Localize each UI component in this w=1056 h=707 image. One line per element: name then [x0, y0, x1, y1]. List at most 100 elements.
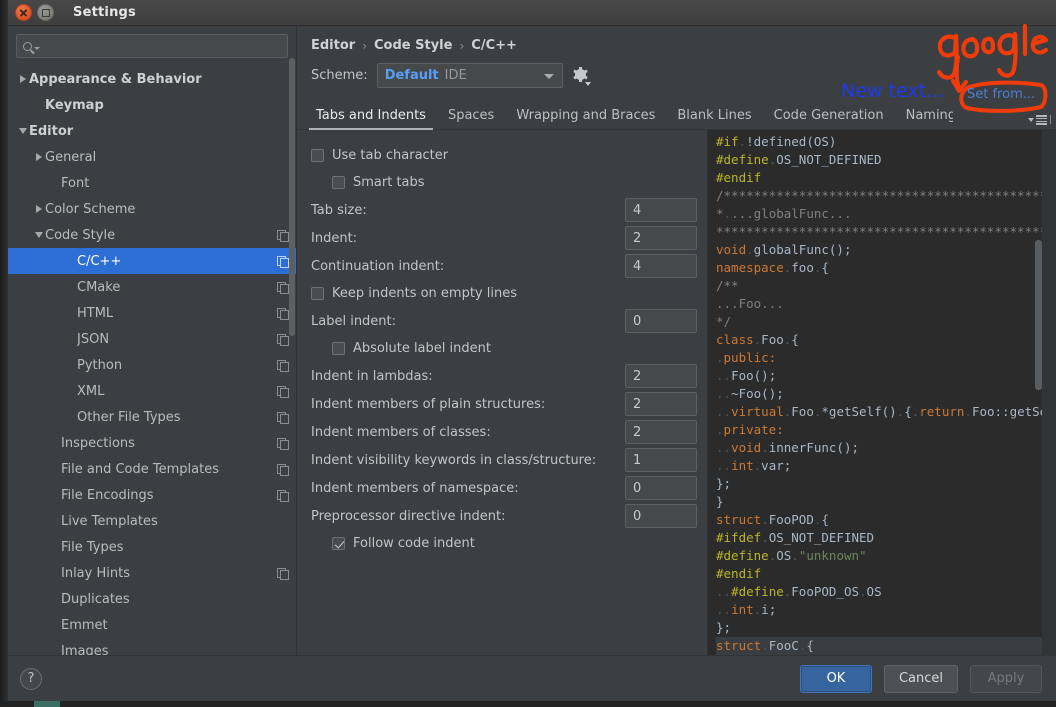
copy-settings-icon[interactable]	[277, 229, 289, 242]
copy-settings-icon[interactable]	[277, 437, 289, 450]
sidebar-item-label: CMake	[77, 279, 121, 295]
code-preview-scrollbar[interactable]	[1035, 130, 1042, 655]
sidebar-item-c-c[interactable]: C/C++	[8, 248, 296, 274]
help-button[interactable]: ?	[20, 667, 42, 690]
code-line: ..virtual.Foo.*getSelf().{.return.Foo::g…	[716, 404, 1056, 419]
input-indent-in-lambdas[interactable]: 2	[625, 364, 697, 388]
sidebar-item-font[interactable]: Font	[8, 170, 296, 196]
tab-code-generation[interactable]: Code Generation	[763, 108, 895, 129]
sidebar-scrollbar[interactable]	[289, 28, 295, 540]
sidebar-item-color-scheme[interactable]: Color Scheme	[8, 196, 296, 222]
checkbox-label[interactable]: Use tab character	[332, 148, 448, 163]
input-label-indent[interactable]: 0	[625, 309, 697, 333]
sidebar-item-duplicates[interactable]: Duplicates	[8, 586, 296, 612]
code-token: public:	[723, 350, 777, 365]
copy-settings-icon[interactable]	[277, 255, 289, 268]
sidebar-item-images[interactable]: Images	[8, 638, 296, 656]
sidebar-item-python[interactable]: Python	[8, 352, 296, 378]
chevron-right-icon[interactable]	[16, 75, 29, 83]
chevron-down-icon[interactable]	[16, 128, 29, 134]
search-filter-chevron-icon[interactable]	[34, 46, 40, 50]
input-indent-members-of-plain-structures[interactable]: 2	[625, 392, 697, 416]
input-indent-visibility-keywords-in-class-structure[interactable]: 1	[625, 448, 697, 472]
code-token: OS	[866, 584, 882, 599]
sidebar-item-other-file-types[interactable]: Other File Types	[8, 404, 296, 430]
code-token: i;	[761, 602, 777, 617]
tab-overflow-icon[interactable]: |	[1027, 115, 1052, 125]
gear-icon[interactable]	[572, 66, 591, 86]
tab-blank-lines[interactable]: Blank Lines	[666, 108, 762, 129]
sidebar-item-file-and-code-templates[interactable]: File and Code Templates	[8, 456, 296, 482]
input-continuation-indent[interactable]: 4	[625, 254, 697, 278]
sidebar-item-file-encodings[interactable]: File Encodings	[8, 482, 296, 508]
checkbox-absolute-label-indent[interactable]	[332, 342, 345, 355]
tab-spaces[interactable]: Spaces	[437, 108, 505, 129]
input-indent[interactable]: 2	[625, 226, 697, 250]
code-token: ..	[716, 602, 732, 617]
code-line: ..Foo();	[716, 368, 776, 383]
input-indent-members-of-classes[interactable]: 2	[625, 420, 697, 444]
sidebar-item-editor[interactable]: Editor	[8, 118, 296, 144]
sidebar-item-live-templates[interactable]: Live Templates	[8, 508, 296, 534]
search-input[interactable]	[45, 38, 281, 54]
breadcrumb-part[interactable]: Editor	[311, 38, 355, 53]
chevron-right-icon[interactable]	[32, 205, 45, 213]
search-box[interactable]	[16, 34, 288, 58]
chevron-down-icon[interactable]	[32, 232, 45, 238]
sidebar-item-appearance-behavior[interactable]: Appearance & Behavior	[8, 66, 296, 92]
window-body: Appearance & Behavior Keymap Editor General…	[8, 26, 1056, 655]
sidebar-item-general[interactable]: General	[8, 144, 296, 170]
sidebar-item-json[interactable]: JSON	[8, 326, 296, 352]
checkbox-keep-indents-on-empty-lines[interactable]	[311, 287, 324, 300]
copy-settings-icon[interactable]	[277, 307, 289, 320]
tab-wrapping-and-braces[interactable]: Wrapping and Braces	[505, 108, 666, 129]
input-preprocessor-directive-indent[interactable]: 0	[625, 504, 697, 528]
checkbox-follow-code-indent[interactable]	[332, 537, 345, 550]
copy-settings-icon[interactable]	[277, 333, 289, 346]
sidebar-item-code-style[interactable]: Code Style	[8, 222, 296, 248]
copy-settings-icon[interactable]	[277, 463, 289, 476]
code-token: .	[761, 440, 769, 455]
sidebar-item-keymap[interactable]: Keymap	[8, 92, 296, 118]
input-indent-members-of-namespace[interactable]: 0	[625, 476, 697, 500]
code-preview-scrollbar-thumb[interactable]	[1035, 240, 1042, 390]
tab-tabs-and-indents[interactable]: Tabs and Indents	[305, 108, 437, 130]
sidebar-item-html[interactable]: HTML	[8, 300, 296, 326]
copy-settings-icon[interactable]	[277, 281, 289, 294]
copy-settings-icon[interactable]	[277, 567, 289, 580]
sidebar-scrollbar-thumb[interactable]	[289, 58, 295, 336]
tab-naming[interactable]: Naming	[895, 108, 953, 129]
apply-button[interactable]: Apply	[970, 664, 1042, 693]
code-token: {	[791, 332, 799, 347]
ok-button[interactable]: OK	[799, 664, 872, 693]
settings-window: Settings Appearance & Behavior Keymap Edit…	[8, 0, 1056, 701]
scheme-dropdown[interactable]: Default IDE	[376, 63, 563, 88]
code-token: #endif	[716, 170, 762, 185]
cancel-button[interactable]: Cancel	[883, 664, 958, 693]
copy-settings-icon[interactable]	[277, 385, 289, 398]
code-token: *	[716, 206, 724, 221]
copy-settings-icon[interactable]	[277, 411, 289, 424]
checkbox-label[interactable]: Follow code indent	[353, 536, 475, 551]
checkbox-smart-tabs[interactable]	[332, 176, 345, 189]
sidebar-item-file-types[interactable]: File Types	[8, 534, 296, 560]
checkbox-use-tab-character[interactable]	[311, 149, 324, 162]
code-token: .	[761, 530, 769, 545]
input-tab-size[interactable]: 4	[625, 198, 697, 222]
sidebar-item-cmake[interactable]: CMake	[8, 274, 296, 300]
sidebar-item-emmet[interactable]: Emmet	[8, 612, 296, 638]
copy-settings-icon[interactable]	[277, 489, 289, 502]
breadcrumb-part[interactable]: Code Style	[374, 38, 452, 53]
chevron-right-icon[interactable]	[32, 153, 45, 161]
checkbox-label[interactable]: Keep indents on empty lines	[332, 286, 517, 301]
checkbox-label[interactable]: Absolute label indent	[353, 341, 491, 356]
close-icon[interactable]	[15, 4, 32, 21]
code-line: /**	[716, 278, 739, 293]
sidebar-item-xml[interactable]: XML	[8, 378, 296, 404]
checkbox-label[interactable]: Smart tabs	[353, 175, 425, 190]
code-line: };	[716, 620, 731, 635]
copy-settings-icon[interactable]	[277, 359, 289, 372]
sidebar-item-inspections[interactable]: Inspections	[8, 430, 296, 456]
maximize-icon[interactable]	[37, 4, 54, 21]
sidebar-item-inlay-hints[interactable]: Inlay Hints	[8, 560, 296, 586]
